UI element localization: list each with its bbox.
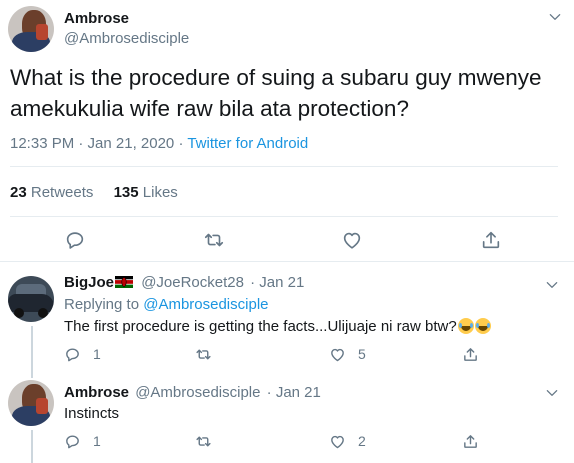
reply-icon[interactable]	[64, 229, 86, 251]
like-button[interactable]: 2	[329, 432, 366, 450]
likes-stat[interactable]: 135 Likes	[114, 184, 178, 201]
avatar[interactable]	[8, 276, 54, 322]
like-count: 2	[358, 433, 366, 449]
share-icon	[464, 434, 477, 448]
like-icon	[331, 348, 344, 361]
thread-line	[31, 430, 33, 463]
reply-icon	[66, 347, 79, 361]
author-handle[interactable]: @Ambrosedisciple	[135, 384, 260, 401]
reply-count: 1	[93, 433, 101, 449]
like-icon	[331, 435, 344, 448]
like-count: 5	[358, 346, 366, 362]
reply-tweet[interactable]: Ambrose @Ambrosedisciple · Jan 21 Instin…	[0, 368, 574, 463]
retweet-icon	[196, 349, 211, 359]
author-handle[interactable]: @Ambrosedisciple	[64, 30, 189, 47]
thread-line	[31, 326, 33, 368]
reply-text: The first procedure is getting the facts…	[64, 318, 491, 335]
thread-line	[31, 368, 33, 378]
avatar[interactable]	[8, 6, 54, 52]
replying-to-handle[interactable]: @Ambrosedisciple	[143, 296, 268, 313]
author-name[interactable]: BigJoe	[64, 274, 114, 291]
kenya-flag-icon	[115, 275, 134, 288]
divider	[0, 261, 574, 262]
reply-button[interactable]: 1	[64, 345, 101, 363]
tears-of-joy-emoji	[457, 318, 474, 334]
reply-header: BigJoe @JoeRocket28 · Jan 21	[64, 274, 304, 291]
like-button[interactable]: 5	[329, 345, 366, 363]
author-handle[interactable]: @JoeRocket28	[141, 274, 244, 291]
reply-text-body: The first procedure is getting the facts…	[64, 318, 457, 335]
tears-of-joy-emoji	[474, 318, 491, 334]
avatar[interactable]	[8, 380, 54, 426]
retweets-label: Retweets	[30, 184, 94, 201]
tweet-text: What is the procedure of suing a subaru …	[10, 65, 542, 121]
share-icon[interactable]	[480, 229, 502, 251]
author-name[interactable]: Ambrose	[64, 384, 129, 401]
retweets-stat[interactable]: 23 Retweets	[10, 184, 93, 201]
replying-prefix: Replying to	[64, 296, 144, 313]
reply-button[interactable]: 1	[64, 432, 101, 450]
tweet-source[interactable]: Twitter for Android	[187, 135, 308, 152]
likes-label: Likes	[142, 184, 178, 201]
like-icon[interactable]	[341, 229, 363, 251]
retweet-button[interactable]	[195, 432, 212, 450]
likes-count: 135	[113, 184, 139, 201]
chevron-down-icon[interactable]	[545, 386, 559, 400]
retweet-icon[interactable]	[203, 229, 225, 251]
share-button[interactable]	[462, 432, 479, 450]
chevron-down-icon[interactable]	[548, 10, 562, 24]
tweet-stats: 23 Retweets 135 Likes	[10, 184, 178, 201]
divider	[10, 166, 558, 167]
divider	[10, 216, 558, 217]
retweet-button[interactable]	[195, 345, 212, 363]
reply-count: 1	[93, 346, 101, 362]
chevron-down-icon[interactable]	[545, 278, 559, 292]
replying-to: Replying to @Ambrosedisciple	[64, 296, 269, 313]
share-icon	[464, 347, 477, 361]
tweet-timestamp[interactable]: 12:33 PM · Jan 21, 2020 ·	[10, 135, 187, 152]
author-block: Ambrose @Ambrosedisciple	[64, 10, 189, 47]
author-name[interactable]: Ambrose	[64, 10, 189, 27]
reply-date[interactable]: · Jan 21	[250, 274, 304, 291]
reply-header: Ambrose @Ambrosedisciple · Jan 21	[64, 384, 321, 401]
main-tweet: Ambrose @Ambrosedisciple What is the pro…	[0, 0, 574, 262]
reply-tweet[interactable]: BigJoe @JoeRocket28 · Jan 21 Replying to…	[0, 274, 574, 368]
reply-text: Instincts	[64, 405, 120, 422]
reply-icon	[66, 434, 79, 448]
share-button[interactable]	[462, 345, 479, 363]
reply-date[interactable]: · Jan 21	[267, 384, 321, 401]
retweets-count: 23	[10, 184, 27, 201]
retweet-icon	[196, 436, 211, 446]
tweet-meta: 12:33 PM · Jan 21, 2020 · Twitter for An…	[10, 135, 308, 152]
